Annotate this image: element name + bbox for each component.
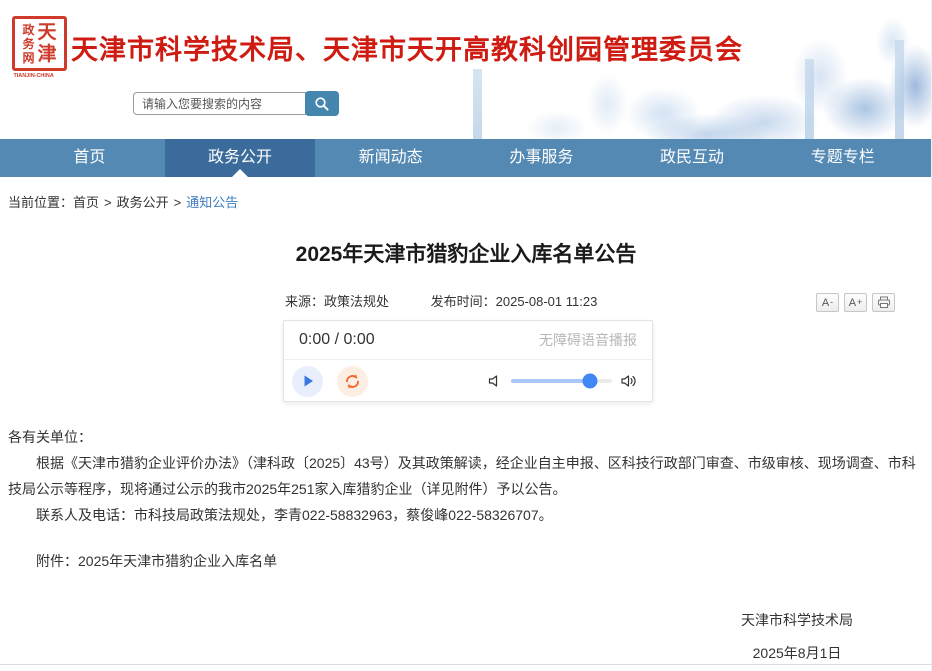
play-button[interactable] — [292, 365, 323, 397]
volume-slider-fill — [511, 379, 590, 383]
nav-item-government-affairs[interactable]: 政务公开 — [164, 139, 316, 177]
main-navigation: 首页 政务公开 新闻动态 办事服务 政民互动 专题专栏 — [0, 139, 931, 177]
search-icon — [314, 96, 330, 112]
breadcrumb-separator: > — [104, 195, 112, 210]
article-publish-time: 发布时间：2025-08-01 11:23 — [430, 294, 598, 309]
signature-date: 2025年8月1日 — [752, 645, 842, 661]
font-increase-label: A — [848, 296, 857, 309]
nav-item-label: 政务公开 — [208, 149, 273, 166]
article-signature: 天津市科学技术局 2025年8月1日 — [741, 610, 853, 663]
search-button[interactable] — [305, 91, 339, 116]
printer-icon — [877, 296, 891, 309]
footer-divider — [0, 664, 931, 665]
font-decrease-button[interactable]: A- — [816, 293, 839, 312]
accessibility-audio-player: 0:00 / 0:00 无障碍语音播报 — [283, 320, 653, 402]
player-caption: 无障碍语音播报 — [539, 332, 637, 348]
seal-left-characters: 政 务 网 — [22, 22, 35, 65]
nav-item-interaction[interactable]: 政民互动 — [617, 139, 768, 177]
breadcrumb-current-link[interactable]: 通知公告 — [186, 195, 238, 210]
article-title: 2025年天津市猎豹企业入库名单公告 — [295, 243, 637, 266]
attachment-link[interactable]: 附件：2025年天津市猎豹企业入库名单 — [8, 548, 924, 574]
breadcrumb: 当前位置：首页 > 政务公开 > 通知公告 — [8, 192, 238, 211]
search-bar — [133, 91, 339, 116]
minus-sign: - — [830, 297, 834, 307]
gate-pillar-decoration — [473, 69, 482, 139]
site-header: 政 务 网 天 津 TIANJIN-CHINA 天津市科学技术局、天津市天开高教… — [0, 0, 931, 139]
tianjin-gov-seal-logo[interactable]: 政 务 网 天 津 — [12, 16, 67, 71]
article-toolbar: A- A + — [816, 293, 895, 312]
player-time: 0:00 / 0:00 — [299, 331, 375, 348]
volume-controls — [488, 373, 644, 389]
play-icon — [301, 374, 315, 388]
seal-caption: TIANJIN-CHINA — [13, 73, 54, 79]
player-controls-row — [284, 360, 652, 402]
search-input[interactable] — [133, 92, 306, 115]
plus-sign: + — [857, 297, 863, 307]
print-button[interactable] — [872, 293, 895, 312]
nav-item-home[interactable]: 首页 — [14, 139, 165, 177]
paragraph-main: 根据《天津市猎豹企业评价办法》（津科政〔2025〕43号）及其政策解读，经企业自… — [8, 455, 916, 497]
volume-low-icon[interactable] — [488, 374, 502, 388]
font-increase-button[interactable]: A + — [844, 293, 867, 312]
volume-high-icon[interactable] — [621, 374, 638, 388]
replay-icon — [344, 373, 361, 390]
nav-item-services[interactable]: 办事服务 — [466, 139, 617, 177]
salutation: 各有关单位： — [8, 429, 92, 445]
article-source: 来源：政策法规处 — [285, 294, 390, 309]
signature-org: 天津市科学技术局 — [741, 612, 853, 628]
volume-slider[interactable] — [511, 373, 612, 389]
active-tab-notch — [232, 169, 248, 177]
page: 政 务 网 天 津 TIANJIN-CHINA 天津市科学技术局、天津市天开高教… — [0, 0, 932, 671]
font-decrease-label: A — [821, 296, 830, 309]
seal-right-characters: 天 津 — [37, 21, 57, 65]
article-meta: 来源：政策法规处 发布时间：2025-08-01 11:23 — [285, 291, 597, 310]
replay-button[interactable] — [337, 365, 368, 397]
nav-item-special-topics[interactable]: 专题专栏 — [767, 139, 918, 177]
breadcrumb-home-link[interactable]: 首页 — [73, 195, 99, 210]
article-body: 各有关单位： 根据《天津市猎豹企业评价办法》（津科政〔2025〕43号）及其政策… — [8, 424, 924, 574]
breadcrumb-section-link[interactable]: 政务公开 — [117, 195, 169, 210]
header-building-artwork — [372, 0, 931, 139]
player-top-row: 0:00 / 0:00 无障碍语音播报 — [284, 321, 652, 360]
volume-slider-thumb[interactable] — [582, 373, 598, 389]
breadcrumb-separator: > — [173, 195, 182, 210]
nav-item-news[interactable]: 新闻动态 — [315, 139, 466, 177]
site-title: 天津市科学技术局、天津市天开高教科创园管理委员会 — [71, 35, 743, 65]
paragraph-contact: 联系人及电话：市科技局政策法规处，李青022-58832963，蔡俊峰022-5… — [36, 507, 553, 523]
gate-pillar-decoration — [895, 40, 904, 139]
breadcrumb-prefix: 当前位置： — [8, 195, 74, 210]
gate-pillar-decoration — [805, 59, 814, 139]
